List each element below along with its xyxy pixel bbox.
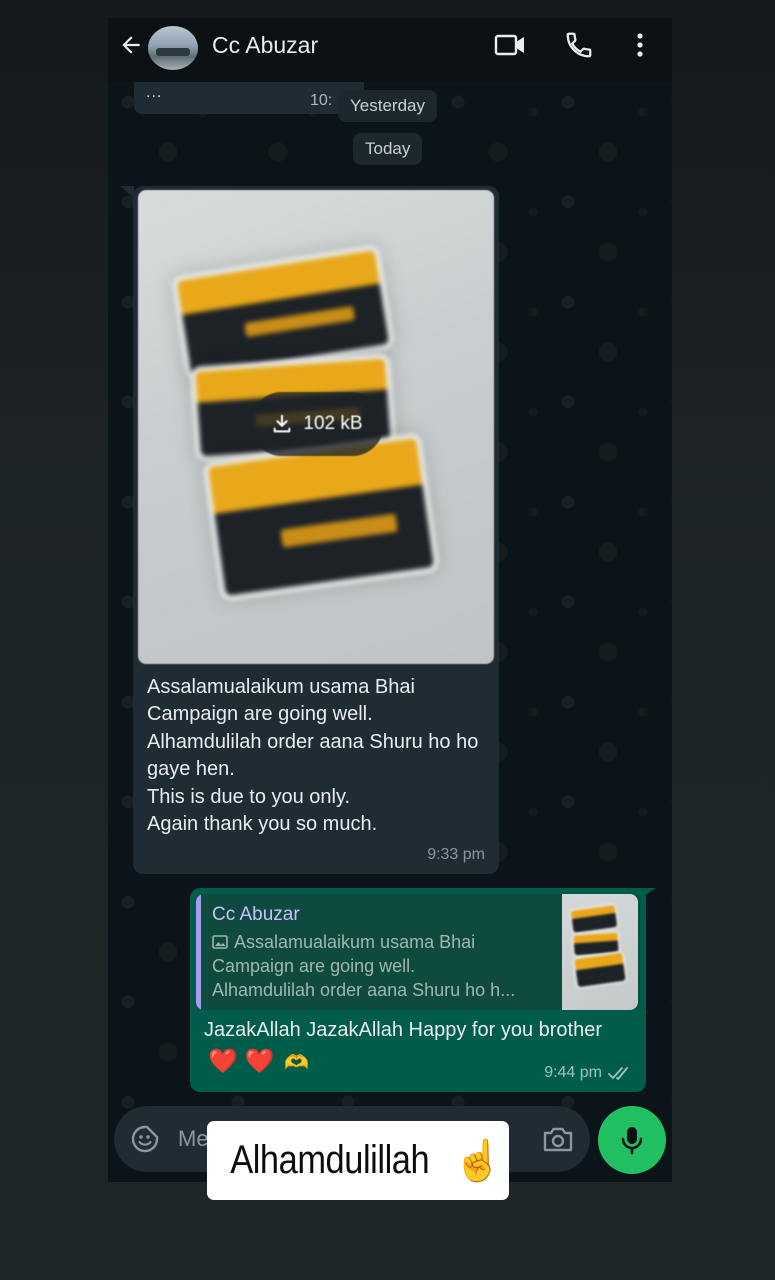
outgoing-message-time: 9:44 pm bbox=[544, 1064, 602, 1081]
outgoing-message-bubble[interactable]: Cc Abuzar Assalamualaikum usama Bhai Cam… bbox=[190, 888, 646, 1092]
sticker-icon[interactable] bbox=[130, 1124, 160, 1154]
quote-author: Cc Abuzar bbox=[212, 904, 300, 925]
outgoing-message-meta: 9:44 pm bbox=[544, 1064, 632, 1082]
incoming-message-bubble[interactable]: 102 kB Assalamualaikum usama Bhai Campai… bbox=[133, 186, 499, 874]
pointing-up-emoji: ☝️ bbox=[453, 1139, 503, 1183]
product-pack-image bbox=[573, 932, 619, 956]
quote-line-3: Alhamdulilah order aana Shuru ho h... bbox=[212, 980, 516, 1000]
outgoing-text: JazakAllah JazakAllah Happy for you brot… bbox=[204, 1019, 602, 1041]
product-pack-image bbox=[176, 249, 390, 376]
voice-message-button[interactable] bbox=[598, 1106, 666, 1174]
incoming-message-text: Assalamualaikum usama Bhai Campaign are … bbox=[147, 676, 479, 836]
quote-line-1: Assalamualaikum usama Bhai bbox=[234, 932, 476, 952]
avatar[interactable] bbox=[148, 26, 198, 70]
overlay-caption: Alhamdulillah ☝️ bbox=[207, 1121, 509, 1200]
double-check-icon bbox=[608, 1067, 628, 1080]
incoming-bubble-tail bbox=[120, 186, 134, 198]
overlay-caption-text: Alhamdulillah bbox=[229, 1138, 429, 1182]
product-pack-image bbox=[574, 952, 626, 988]
previous-message-time: 10: bbox=[310, 92, 333, 109]
image-icon bbox=[212, 935, 228, 949]
chat-header: Cc Abuzar bbox=[108, 18, 672, 82]
message-input[interactable]: Me bbox=[178, 1126, 209, 1152]
mic-icon bbox=[621, 1127, 643, 1155]
video-call-icon[interactable] bbox=[494, 30, 526, 60]
quote-thumbnail bbox=[562, 894, 638, 1010]
previous-message-bubble[interactable]: ... 10: bbox=[134, 82, 364, 114]
product-pack-image bbox=[570, 905, 618, 933]
quoted-message[interactable]: Cc Abuzar Assalamualaikum usama Bhai Cam… bbox=[196, 894, 640, 1010]
contact-name[interactable]: Cc Abuzar bbox=[212, 32, 318, 59]
back-arrow-icon[interactable] bbox=[118, 32, 144, 58]
previous-message-dots: ... bbox=[146, 84, 163, 101]
quote-line: Assalamualaikum usama Bhai bbox=[212, 932, 475, 953]
date-chip-today: Today bbox=[353, 133, 423, 165]
heart-emoji: ❤️ ❤️ bbox=[208, 1048, 275, 1075]
download-icon bbox=[274, 414, 291, 433]
quote-line-2: Campaign are going well. bbox=[212, 956, 416, 976]
quote-accent-bar bbox=[196, 894, 201, 1010]
chat-screen: Cc Abuzar ... 10: Yesterday Today 102 kB… bbox=[108, 18, 672, 1182]
date-chip-yesterday: Yesterday bbox=[338, 90, 437, 122]
download-button[interactable]: 102 kB bbox=[250, 392, 384, 456]
product-pack-image bbox=[207, 438, 435, 596]
incoming-message-time: 9:33 pm bbox=[427, 846, 485, 863]
phone-call-icon[interactable] bbox=[564, 30, 594, 60]
blurred-image-preview[interactable]: 102 kB bbox=[138, 190, 494, 664]
heart-hands-emoji: 🫶 bbox=[284, 1052, 309, 1074]
more-menu-icon[interactable] bbox=[630, 30, 650, 60]
camera-icon[interactable] bbox=[542, 1125, 574, 1153]
download-size: 102 kB bbox=[303, 413, 363, 434]
